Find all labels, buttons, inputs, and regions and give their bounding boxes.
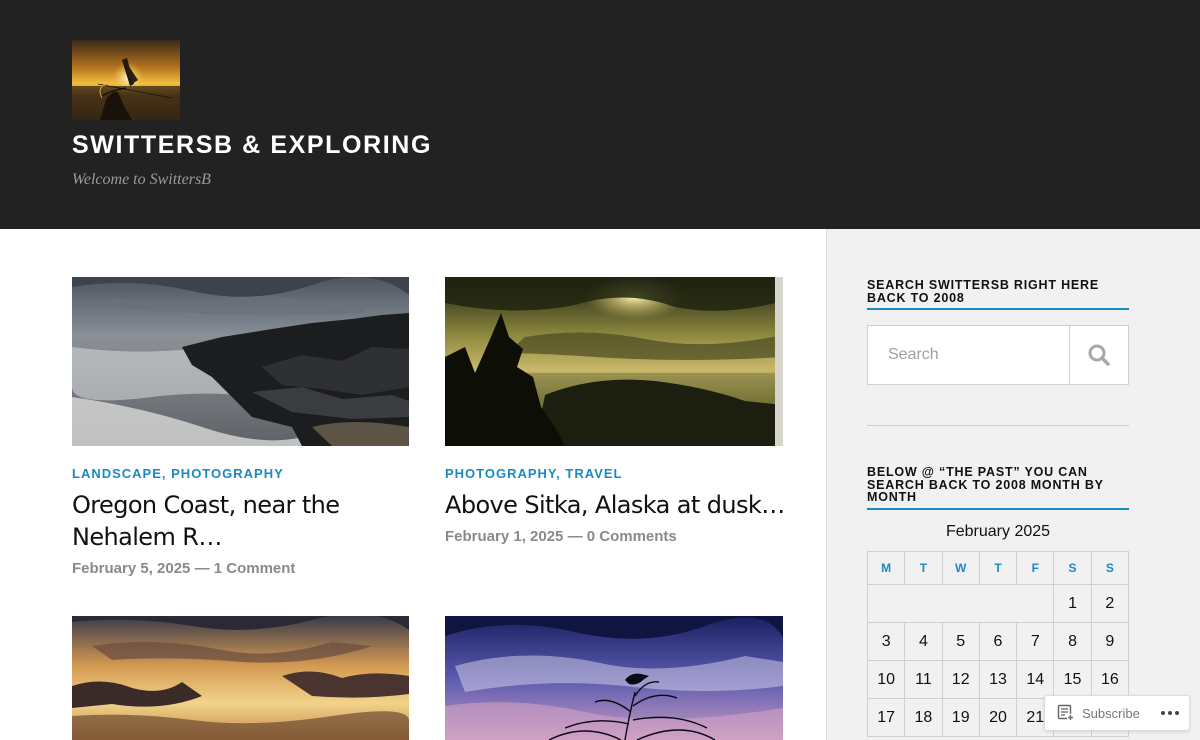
- calendar-weekday: M: [866, 551, 906, 585]
- calendar-weekday: F: [1016, 551, 1055, 585]
- calendar-day[interactable]: 14: [1016, 660, 1055, 699]
- calendar-day[interactable]: 12: [941, 660, 980, 699]
- post-thumbnail[interactable]: [72, 616, 409, 740]
- post-card: [445, 616, 783, 740]
- calendar-day[interactable]: 15: [1053, 660, 1092, 699]
- sitka-dusk-island-image: [445, 277, 783, 446]
- calendar-day[interactable]: 10: [866, 660, 906, 699]
- subscribe-label: Subscribe: [1082, 705, 1140, 721]
- post-meta: February 1, 2025 — 0 Comments: [445, 528, 677, 545]
- post-meta: February 5, 2025 — 1 Comment: [72, 560, 295, 577]
- post-title[interactable]: Oregon Coast, near the Nehalem R…: [72, 489, 372, 553]
- post-categories: PHOTOGRAPHY, TRAVEL: [445, 466, 622, 481]
- sunset-clouds-image: [72, 616, 409, 740]
- search-icon: [1088, 344, 1110, 366]
- calendar-widget-title: BELOW @ “THE PAST” YOU CAN SEARCH BACK T…: [867, 466, 1129, 510]
- more-horizontal-icon: [1161, 711, 1165, 715]
- post-thumbnail[interactable]: [445, 616, 783, 740]
- site-logo[interactable]: [72, 40, 180, 120]
- calendar-day[interactable]: 20: [978, 698, 1018, 737]
- search-widget-title: SEARCH SWITTERSB RIGHT HERE BACK TO 2008: [867, 279, 1129, 310]
- post-thumbnail[interactable]: [445, 277, 783, 446]
- site-description: Welcome to SwittersB: [72, 171, 211, 188]
- search-input[interactable]: [868, 326, 1069, 384]
- calendar-weekday: T: [904, 551, 943, 585]
- category-link[interactable]: TRAVEL: [565, 466, 622, 481]
- calendar-day[interactable]: 18: [904, 698, 943, 737]
- post-comments-link[interactable]: 1 Comment: [214, 560, 296, 577]
- category-link[interactable]: PHOTOGRAPHY: [171, 466, 284, 481]
- post-thumbnail[interactable]: [72, 277, 409, 446]
- site-title[interactable]: SWITTERSB & EXPLORING: [72, 131, 432, 160]
- calendar-day[interactable]: 4: [904, 622, 943, 661]
- calendar-day[interactable]: 17: [866, 698, 906, 737]
- more-options-button[interactable]: [1159, 704, 1181, 722]
- calendar-week-row: 3 4 5 6 7 8 9: [866, 622, 1130, 661]
- post-date[interactable]: February 1, 2025: [445, 528, 563, 545]
- calendar-weekday: S: [1090, 551, 1130, 585]
- category-separator: ,: [161, 466, 172, 481]
- post-card: LANDSCAPE, PHOTOGRAPHY Oregon Coast, nea…: [72, 277, 409, 597]
- fly-fishing-sunset-logo: [72, 40, 180, 120]
- post-categories: LANDSCAPE, PHOTOGRAPHY: [72, 466, 284, 481]
- calendar-weekday: T: [978, 551, 1018, 585]
- meta-separator: —: [194, 560, 210, 577]
- calendar-day[interactable]: 13: [978, 660, 1018, 699]
- search-button[interactable]: [1069, 326, 1128, 384]
- calendar-day[interactable]: 2: [1090, 584, 1130, 623]
- site-header: SWITTERSB & EXPLORING Welcome to Switter…: [0, 0, 1200, 229]
- calendar-day[interactable]: 16: [1090, 660, 1130, 699]
- post-date[interactable]: February 5, 2025: [72, 560, 190, 577]
- more-horizontal-icon: [1168, 711, 1172, 715]
- calendar-weekday: S: [1053, 551, 1092, 585]
- bird-on-branch-twilight-image: [445, 616, 783, 740]
- category-link[interactable]: LANDSCAPE: [72, 466, 162, 481]
- search-form: [867, 325, 1129, 385]
- post-comments-link[interactable]: 0 Comments: [587, 528, 677, 545]
- sidebar: SEARCH SWITTERSB RIGHT HERE BACK TO 2008…: [826, 229, 1200, 740]
- calendar-day[interactable]: 5: [941, 622, 980, 661]
- post-card: PHOTOGRAPHY, TRAVEL Above Sitka, Alaska …: [445, 277, 785, 597]
- calendar-day[interactable]: 7: [1016, 622, 1055, 661]
- subscribe-bar: Subscribe: [1044, 695, 1190, 731]
- calendar-day[interactable]: 9: [1090, 622, 1130, 661]
- reader-subscribe-icon: [1057, 704, 1075, 722]
- calendar-day[interactable]: 3: [866, 622, 906, 661]
- calendar-weekday: W: [941, 551, 980, 585]
- meta-separator: —: [567, 528, 583, 545]
- calendar-week-row: 1 2: [866, 584, 1130, 623]
- calendar-day[interactable]: 1: [1053, 584, 1092, 623]
- calendar-day[interactable]: 6: [978, 622, 1018, 661]
- calendar-weekday-row: M T W T F S S: [866, 551, 1130, 585]
- calendar-day[interactable]: 11: [904, 660, 943, 699]
- rocky-coast-jetty-image: [72, 277, 409, 446]
- calendar-pad: [866, 584, 1055, 623]
- more-horizontal-icon: [1175, 711, 1179, 715]
- calendar-day[interactable]: 19: [941, 698, 980, 737]
- post-card: [72, 616, 409, 740]
- subscribe-button[interactable]: Subscribe: [1045, 696, 1150, 730]
- calendar-day[interactable]: 8: [1053, 622, 1092, 661]
- calendar-caption: February 2025: [945, 523, 1051, 540]
- widget-divider: [867, 425, 1129, 426]
- calendar-week-row: 10 11 12 13 14 15 16: [866, 660, 1130, 699]
- category-link[interactable]: PHOTOGRAPHY: [445, 466, 556, 481]
- post-title[interactable]: Above Sitka, Alaska at dusk…: [445, 489, 785, 521]
